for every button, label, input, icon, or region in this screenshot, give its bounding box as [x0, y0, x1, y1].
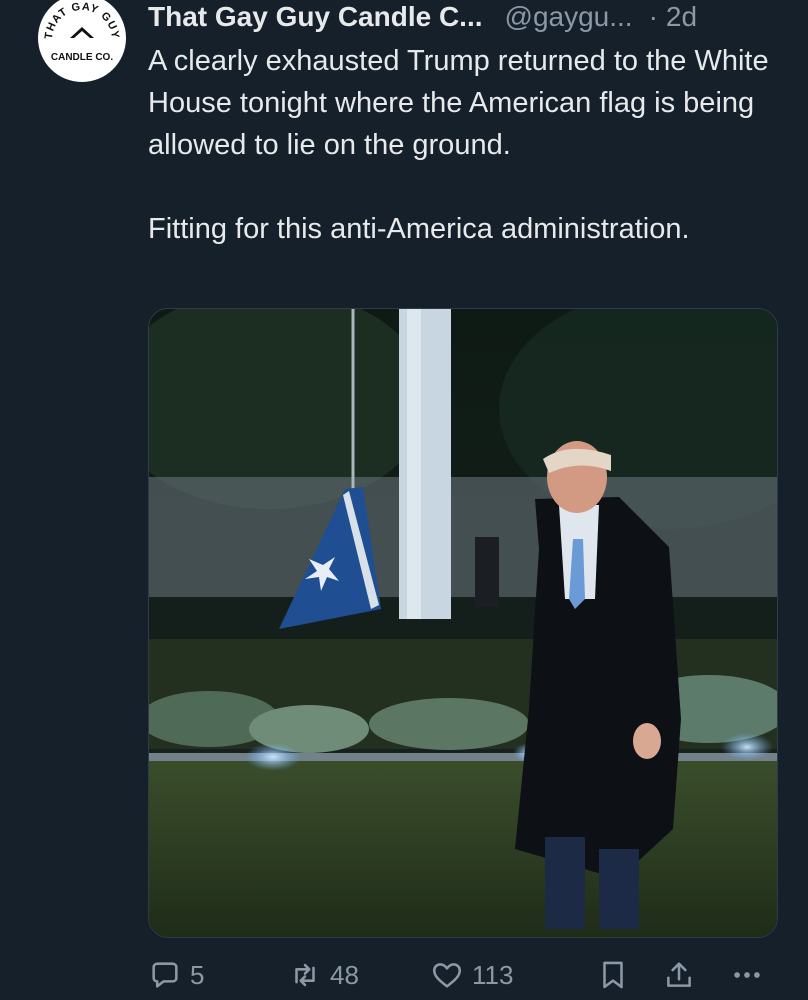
- more-button[interactable]: [730, 950, 764, 1000]
- avatar[interactable]: THAT GAY GUY CANDLE CO.: [38, 0, 126, 82]
- bookmark-button[interactable]: [596, 950, 630, 1000]
- logo-bottom-text: CANDLE CO.: [51, 52, 113, 63]
- heart-icon: [432, 963, 462, 988]
- share-button[interactable]: [662, 950, 696, 1000]
- reply-button[interactable]: 5: [148, 950, 204, 1000]
- action-bar: 5 48 113: [0, 950, 808, 1000]
- tweet-paragraph: Fitting for this anti-America administra…: [148, 213, 690, 245]
- reply-count: 5: [190, 959, 205, 990]
- reply-icon: [152, 962, 178, 988]
- retweet-icon: [295, 963, 315, 987]
- tweet-text: A clearly exhausted Trump returned to th…: [148, 40, 788, 250]
- like-count: 113: [472, 959, 514, 990]
- user-handle[interactable]: @gaygu...: [505, 0, 633, 34]
- tweet-header: That Gay Guy Candle C... @gaygu... · 2d: [148, 0, 788, 34]
- display-name[interactable]: That Gay Guy Candle C...: [148, 0, 483, 34]
- tweet-paragraph: A clearly exhausted Trump returned to th…: [148, 45, 769, 161]
- like-button[interactable]: 113: [430, 950, 513, 1000]
- photo-scene: [149, 309, 777, 937]
- retweet-button[interactable]: 48: [288, 950, 359, 1000]
- retweet-count: 48: [330, 959, 359, 990]
- separator-dot: ·: [648, 1, 658, 32]
- more-icon: [734, 972, 760, 978]
- timestamp[interactable]: 2d: [666, 0, 697, 34]
- candle-logo: THAT GAY GUY CANDLE CO.: [39, 0, 125, 81]
- share-icon: [667, 962, 691, 987]
- tweet[interactable]: THAT GAY GUY CANDLE CO. That Gay Guy Can…: [0, 0, 808, 1000]
- tweet-photo[interactable]: [148, 308, 778, 938]
- bookmark-icon: [603, 961, 623, 989]
